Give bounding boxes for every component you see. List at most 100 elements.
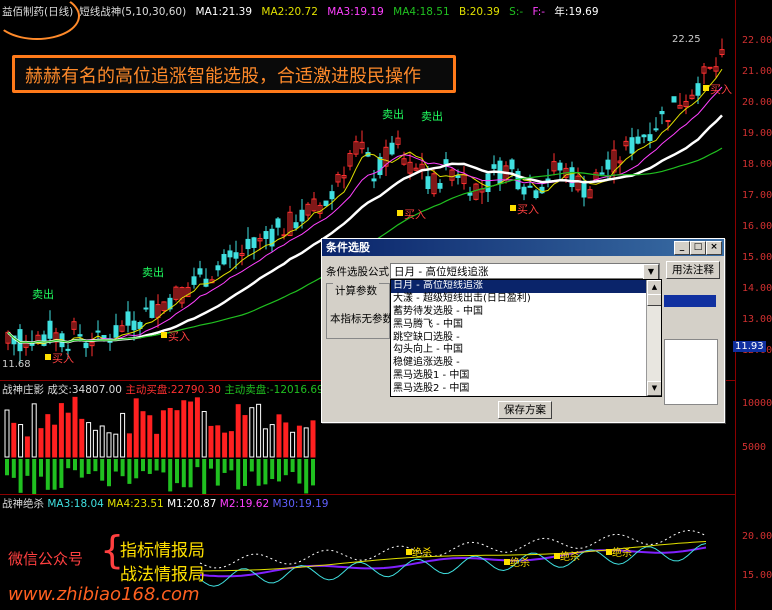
candle-body (323, 200, 329, 207)
dropdown-option[interactable]: 大漾 - 超级短线出击(日日盈利) (391, 293, 661, 306)
volume-bar (297, 459, 302, 484)
formula-select[interactable]: 日月 - 高位短线追涨 ▼ (390, 263, 660, 280)
volume-bar (249, 407, 255, 458)
volume-bar (18, 459, 23, 493)
volume-bar (134, 459, 139, 479)
volume-bar (99, 425, 105, 458)
close-button[interactable]: × (706, 241, 722, 255)
candle-body (131, 320, 137, 331)
volume-bar (160, 410, 166, 458)
volume-bar (38, 428, 44, 458)
active-buy-value: 主动买盘:22790.30 (125, 384, 221, 396)
formula-dropdown[interactable]: 日月 - 高位短线追涨 大漾 - 超级短线出击(日日盈利) 蓄势待发选股 - 中国黑… (390, 279, 662, 397)
maximize-button[interactable]: □ (690, 241, 706, 255)
volume-bar (303, 427, 309, 458)
candle-body (707, 66, 713, 69)
candle-body (485, 173, 491, 193)
volume-bar (154, 459, 159, 471)
candle-body (95, 330, 101, 333)
candle-body (581, 180, 587, 198)
no-params-label: 本指标无参数 (330, 313, 393, 325)
volume-bar (222, 459, 227, 473)
volume-bar (215, 425, 221, 458)
volume-bar (154, 433, 160, 458)
volume-bar (167, 407, 173, 458)
volume-bar (290, 431, 296, 458)
buy-signal-label: 买入 (517, 203, 539, 216)
volume-bar (86, 422, 92, 458)
volume-bar (39, 459, 43, 477)
list-area[interactable] (664, 339, 718, 405)
formula-label: 条件选股公式 (326, 266, 389, 278)
kill-signal-label: 绝杀 (510, 556, 530, 569)
candle-body (671, 96, 677, 103)
candle-body (653, 128, 659, 131)
condition-select-dialog[interactable]: 条件选股 _ □ × 条件选股公式 日月 - 高位短线追涨 ▼ 用法注释 计算参… (321, 238, 725, 423)
buy-signal-marker (397, 210, 403, 216)
volume-bar (195, 459, 200, 468)
candle-body (149, 300, 155, 318)
candle-body (629, 137, 635, 154)
volume-bar (31, 403, 37, 458)
minimize-button[interactable]: _ (674, 241, 690, 255)
volume-bar (141, 459, 145, 472)
volume-bar (249, 459, 254, 472)
candle-body (329, 191, 335, 200)
volume-bar (283, 422, 289, 458)
dialog-titlebar[interactable]: 条件选股 _ □ × (322, 239, 724, 256)
scroll-up-icon[interactable]: ▲ (647, 280, 661, 295)
lower-tick-1: 20.00 (742, 531, 772, 542)
dropdown-option[interactable]: 黑马选股2 - 中国 (391, 383, 661, 396)
price-tick: 21.00 (742, 66, 772, 77)
divider-lower (0, 494, 735, 495)
volume-bar (242, 415, 248, 458)
dropdown-option[interactable]: 日月 - 高位短线追涨 (391, 280, 661, 293)
volume-bar (45, 459, 50, 490)
volume-bar (113, 433, 119, 458)
volume-bar (283, 459, 288, 476)
volume-bar (263, 459, 268, 485)
params-label: 计算参数 (333, 283, 379, 298)
sell-signal-label: 卖出 (421, 109, 443, 123)
volume-bar (290, 459, 295, 473)
volume-bar (175, 459, 179, 484)
volume-bar (228, 431, 234, 458)
dropdown-option[interactable]: 黑马腾飞 - 中国 (391, 319, 661, 332)
volume-bar (73, 459, 77, 471)
save-plan-button[interactable]: 保存方案 (498, 401, 552, 419)
lower-tick-2: 15.00 (742, 570, 772, 581)
candle-body (65, 348, 71, 351)
dropdown-option[interactable]: 勾头向上 - 中国 (391, 344, 661, 357)
chevron-down-icon[interactable]: ▼ (643, 264, 659, 280)
lower-m30: M30:19.19 (272, 498, 329, 510)
watermark-line1: 指标情报局 (120, 541, 205, 561)
buy-signal-label: 买入 (710, 83, 732, 96)
kill-signal-label: 绝杀 (560, 550, 580, 563)
kill-signal-label: 绝杀 (612, 546, 632, 559)
volume-bar (235, 404, 241, 458)
volume-bar (120, 412, 126, 458)
scroll-down-icon[interactable]: ▼ (647, 381, 661, 396)
dropdown-option[interactable]: 蓄势待发选股 - 中国 (391, 306, 661, 319)
volume-bar (188, 401, 194, 458)
usage-notes-button[interactable]: 用法注释 (666, 261, 720, 279)
volume-bar (106, 432, 112, 458)
candle-body (695, 83, 701, 96)
candle-body (377, 156, 383, 176)
volume-bar (181, 459, 186, 488)
candle-body (491, 164, 497, 169)
volume-bar (65, 412, 71, 458)
volume-bar (311, 459, 315, 486)
dropdown-scrollbar[interactable]: ▲ ▼ (646, 280, 661, 396)
candle-body (557, 162, 563, 171)
dropdown-option[interactable]: 跳空缺口选股 - (391, 332, 661, 345)
active-sell-value: 主动卖盘:-12016.69 (224, 384, 324, 396)
volume-bar (168, 459, 173, 492)
volume-bar (52, 459, 57, 490)
dropdown-option[interactable]: 黑马选股1 - 中国 (391, 370, 661, 383)
dropdown-option[interactable]: 稳健追涨选股 - (391, 357, 661, 370)
price-tick: 17.00 (742, 190, 772, 201)
volume-bar (140, 411, 146, 458)
scroll-thumb[interactable] (647, 294, 661, 306)
volume-bar (215, 459, 220, 486)
